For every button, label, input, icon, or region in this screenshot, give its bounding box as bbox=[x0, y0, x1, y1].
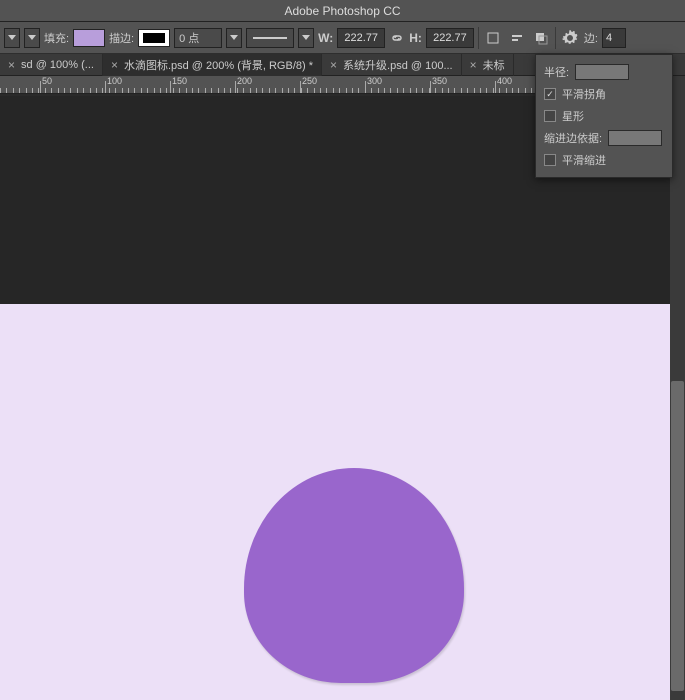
close-icon[interactable]: × bbox=[330, 58, 337, 72]
chevron-down-icon bbox=[8, 35, 16, 40]
ruler-tick-label: 150 bbox=[172, 76, 187, 86]
star-checkbox[interactable] bbox=[544, 110, 556, 122]
close-icon[interactable]: × bbox=[111, 58, 118, 72]
height-value: 222.77 bbox=[433, 32, 467, 44]
document-tab[interactable]: × 水滴图标.psd @ 200% (背景, RGB/8) * bbox=[103, 54, 322, 76]
indent-input[interactable] bbox=[608, 130, 662, 146]
sides-label: 边: bbox=[584, 30, 598, 46]
sides-value: 4 bbox=[606, 32, 612, 44]
close-icon[interactable]: × bbox=[8, 58, 15, 72]
fill-label: 填充: bbox=[44, 30, 69, 46]
ruler-tick-label: 300 bbox=[367, 76, 382, 86]
stroke-color-swatch[interactable] bbox=[138, 29, 170, 47]
divider bbox=[555, 27, 556, 49]
height-input[interactable]: 222.77 bbox=[426, 28, 474, 48]
radius-input[interactable] bbox=[575, 64, 629, 80]
ruler-tick-label: 350 bbox=[432, 76, 447, 86]
tool-preset-dropdown[interactable] bbox=[4, 28, 20, 48]
chevron-down-icon bbox=[302, 35, 310, 40]
width-value: 222.77 bbox=[344, 32, 378, 44]
tab-label: 水滴图标.psd @ 200% (背景, RGB/8) * bbox=[124, 57, 313, 73]
polygon-options-popup: 半径: 平滑拐角 星形 缩进边依据: 平滑缩进 bbox=[535, 54, 673, 178]
options-bar: 填充: 描边: 0 点 W: 222.77 H: 222.77 边: 4 bbox=[0, 22, 685, 54]
document-tab[interactable]: × 系统升级.psd @ 100... bbox=[322, 54, 462, 76]
ruler-tick-label: 100 bbox=[107, 76, 122, 86]
stroke-style-dropdown[interactable] bbox=[298, 28, 314, 48]
rounded-shape[interactable] bbox=[244, 468, 464, 683]
document-tab[interactable]: × 未标 bbox=[462, 54, 514, 76]
tab-label: 未标 bbox=[483, 57, 505, 73]
tab-label: 系统升级.psd @ 100... bbox=[343, 57, 453, 73]
gear-icon[interactable] bbox=[560, 28, 580, 48]
divider bbox=[478, 27, 479, 49]
document-tab[interactable]: × sd @ 100% (... bbox=[0, 54, 103, 76]
app-title: Adobe Photoshop CC bbox=[284, 4, 400, 18]
stroke-width-dropdown[interactable] bbox=[226, 28, 242, 48]
ruler-tick-label: 250 bbox=[302, 76, 317, 86]
smooth-corner-checkbox[interactable] bbox=[544, 88, 556, 100]
tab-label: sd @ 100% (... bbox=[21, 59, 94, 71]
smooth-indent-label: 平滑缩进 bbox=[562, 152, 606, 168]
smooth-corner-label: 平滑拐角 bbox=[562, 86, 606, 102]
smooth-indent-checkbox[interactable] bbox=[544, 154, 556, 166]
width-input[interactable]: 222.77 bbox=[337, 28, 385, 48]
star-label: 星形 bbox=[562, 108, 584, 124]
fill-color-swatch[interactable] bbox=[73, 29, 105, 47]
stroke-label: 描边: bbox=[109, 30, 134, 46]
stroke-swatch-inner bbox=[143, 33, 165, 43]
chevron-down-icon bbox=[28, 35, 36, 40]
scroll-thumb[interactable] bbox=[671, 381, 684, 691]
stroke-style-preview[interactable] bbox=[246, 28, 294, 48]
path-op-button[interactable] bbox=[483, 28, 503, 48]
height-label: H: bbox=[409, 31, 422, 45]
title-bar: Adobe Photoshop CC bbox=[0, 0, 685, 22]
canvas-area[interactable] bbox=[0, 96, 670, 700]
width-label: W: bbox=[318, 31, 333, 45]
ruler-tick-label: 200 bbox=[237, 76, 252, 86]
close-icon[interactable]: × bbox=[470, 58, 477, 72]
ruler-tick-label: 400 bbox=[497, 76, 512, 86]
stroke-width-value: 0 点 bbox=[179, 30, 199, 46]
stroke-width-input[interactable]: 0 点 bbox=[174, 28, 222, 48]
ruler-tick-label: 50 bbox=[42, 76, 52, 86]
link-wh-icon[interactable] bbox=[389, 30, 405, 46]
sides-input[interactable]: 4 bbox=[602, 28, 626, 48]
line-icon bbox=[253, 37, 287, 39]
shape-mode-dropdown[interactable] bbox=[24, 28, 40, 48]
indent-label: 缩进边依据: bbox=[544, 130, 602, 146]
artboard bbox=[0, 304, 670, 700]
align-button[interactable] bbox=[507, 28, 527, 48]
radius-label: 半径: bbox=[544, 64, 569, 80]
arrange-button[interactable] bbox=[531, 28, 551, 48]
chevron-down-icon bbox=[230, 35, 238, 40]
